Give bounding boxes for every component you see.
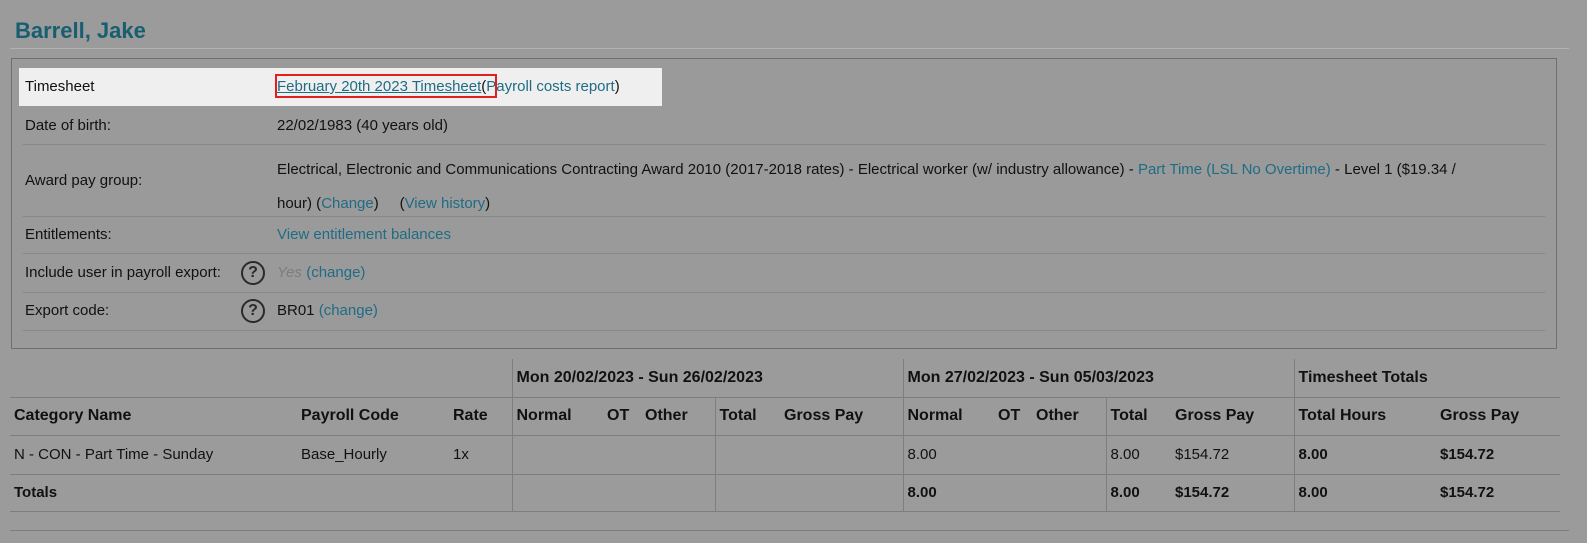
award-row: Award pay group: Electrical, Electronic … xyxy=(23,145,1545,217)
header-spacer xyxy=(10,359,512,397)
payroll-export-row: Include user in payroll export: ? Yes (c… xyxy=(23,254,1545,293)
cell-payroll-code: Base_Hourly xyxy=(301,446,387,463)
col-gross-pay: Gross Pay xyxy=(1175,407,1255,424)
change-export-code-link[interactable]: (change) xyxy=(319,302,378,319)
col-total-hours: Total Hours xyxy=(1293,397,1436,435)
divider xyxy=(10,48,1569,49)
export-code-value: BR01 (change) xyxy=(277,302,378,319)
cell-ot xyxy=(994,435,1032,474)
export-code-text: BR01 xyxy=(277,302,315,319)
change-award-link[interactable]: Change xyxy=(321,195,374,212)
cell-gross: $154.72 xyxy=(1175,484,1230,501)
export-code-row: Export code: ? BR01 (change) xyxy=(23,293,1545,331)
entitlements-row: Entitlements: View entitlement balances xyxy=(23,217,1545,254)
dob-value: 22/02/1983 (40 years old) xyxy=(277,117,448,134)
column-header-row: Category Name Payroll Code Rate Normal O… xyxy=(10,397,1560,435)
cell-ot xyxy=(603,435,641,474)
employee-name: Barrell, Jake xyxy=(15,18,146,43)
export-code-label: Export code: xyxy=(25,302,110,319)
totals-label: Totals xyxy=(14,484,58,501)
cell-normal xyxy=(511,474,715,511)
payroll-export-value: Yes (change) xyxy=(277,264,365,281)
award-value: Electrical, Electronic and Communication… xyxy=(277,153,1547,221)
cell-total-gross: $154.72 xyxy=(1440,484,1495,501)
entitlements-label: Entitlements: xyxy=(25,226,112,243)
cell-gross xyxy=(780,435,903,474)
help-icon[interactable]: ? xyxy=(241,261,265,285)
totals-row: Totals 8.00 8.00 $154.72 8.00 $154.72 xyxy=(10,474,1560,511)
payroll-costs-report-link[interactable]: Payroll costs report xyxy=(486,78,614,95)
payroll-export-label: Include user in payroll export: xyxy=(25,264,221,281)
award-text: hour) ( xyxy=(277,195,322,212)
view-history-link[interactable]: View history xyxy=(405,195,486,212)
help-icon[interactable]: ? xyxy=(241,299,265,323)
cell-gross: $154.72 xyxy=(1175,446,1230,463)
change-payroll-export-link[interactable]: (change) xyxy=(306,264,365,281)
cell-rate: 1x xyxy=(453,446,469,463)
col-ot: OT xyxy=(607,407,630,424)
col-total: Total xyxy=(714,397,780,435)
cell-total-hours: 8.00 xyxy=(1293,435,1436,474)
timesheet-row: Timesheet February 20th 2023 Timesheet(P… xyxy=(19,68,662,106)
page: Barrell, Jake Timesheet February 20th 20… xyxy=(0,0,1587,543)
cell-total xyxy=(714,474,780,511)
paren: ) xyxy=(373,195,379,212)
col-normal: Normal xyxy=(511,397,603,435)
part-time-link[interactable]: Part Time (LSL No Overtime) xyxy=(1138,161,1331,178)
cell-other xyxy=(641,435,715,474)
group-header-row: Mon 20/02/2023 - Sun 26/02/2023 Mon 27/0… xyxy=(10,359,1560,397)
view-entitlements-link[interactable]: View entitlement balances xyxy=(277,226,451,243)
highlight-box xyxy=(275,74,497,98)
payroll-export-status: Yes xyxy=(277,264,303,281)
employee-info-panel: Timesheet February 20th 2023 Timesheet(P… xyxy=(11,58,1557,349)
col-total: Total xyxy=(1105,397,1171,435)
cell-normal: 8.00 xyxy=(902,474,1106,511)
cell-total: 8.00 xyxy=(1105,435,1171,474)
col-other: Other xyxy=(1036,407,1079,424)
paren: ) xyxy=(614,78,620,95)
week2-header: Mon 27/02/2023 - Sun 05/03/2023 xyxy=(902,359,1294,397)
cell-total-hours: 8.00 xyxy=(1293,474,1436,511)
timesheet-table: Mon 20/02/2023 - Sun 26/02/2023 Mon 27/0… xyxy=(10,359,1560,512)
week1-header: Mon 20/02/2023 - Sun 26/02/2023 xyxy=(511,359,903,397)
dob-label: Date of birth: xyxy=(25,117,111,134)
table-row: N - CON - Part Time - Sunday Base_Hourly… xyxy=(10,435,1560,474)
cell-normal: 8.00 xyxy=(902,435,994,474)
cell-normal xyxy=(511,435,603,474)
award-label: Award pay group: xyxy=(25,172,143,189)
cell-total xyxy=(714,435,780,474)
award-level-text: - Level 1 ($19.34 / xyxy=(1330,161,1456,178)
col-gross-pay: Gross Pay xyxy=(1440,407,1520,424)
col-category: Category Name xyxy=(14,407,132,424)
divider xyxy=(10,530,1569,531)
cell-total: 8.00 xyxy=(1105,474,1171,511)
dob-row: Date of birth: 22/02/1983 (40 years old) xyxy=(23,107,1545,145)
col-gross-pay: Gross Pay xyxy=(784,407,864,424)
col-normal: Normal xyxy=(902,397,994,435)
col-payroll-code: Payroll Code xyxy=(301,407,399,424)
cell-other xyxy=(1032,435,1106,474)
col-rate: Rate xyxy=(453,407,488,424)
col-other: Other xyxy=(645,407,688,424)
cell-category: N - CON - Part Time - Sunday xyxy=(14,446,214,463)
timesheet-label: Timesheet xyxy=(25,78,95,95)
cell-total-gross: $154.72 xyxy=(1440,446,1495,463)
col-ot: OT xyxy=(998,407,1021,424)
totals-header: Timesheet Totals xyxy=(1293,359,1560,397)
paren: ) xyxy=(485,195,491,212)
award-text: Electrical, Electronic and Communication… xyxy=(277,161,1138,178)
cell-gross xyxy=(780,474,903,511)
